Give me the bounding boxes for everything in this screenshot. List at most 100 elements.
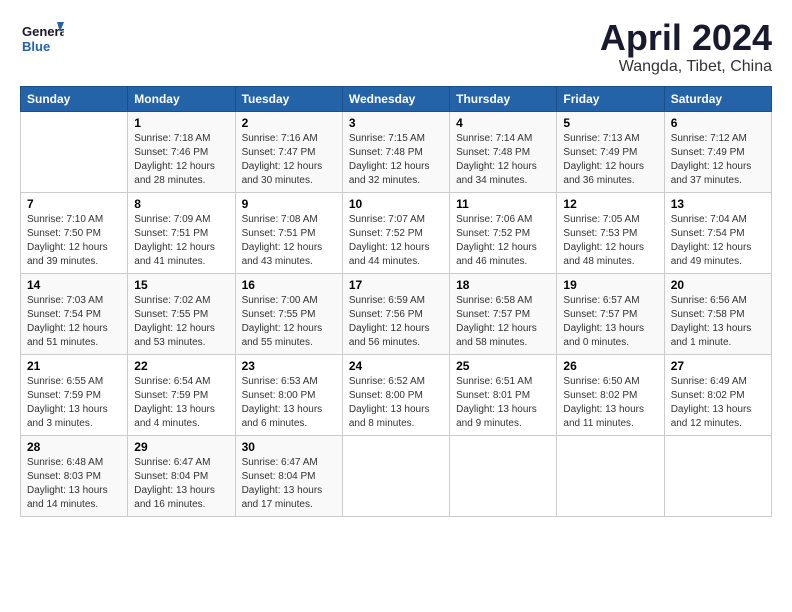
day-number: 30: [242, 440, 336, 454]
day-number: 15: [134, 278, 228, 292]
day-cell: 11 Sunrise: 7:06 AMSunset: 7:52 PMDayligh…: [450, 192, 557, 273]
day-detail: Sunrise: 7:13 AMSunset: 7:49 PMDaylight:…: [563, 133, 644, 186]
day-detail: Sunrise: 6:56 AMSunset: 7:58 PMDaylight:…: [671, 295, 752, 348]
day-number: 1: [134, 116, 228, 130]
day-number: 3: [349, 116, 443, 130]
day-detail: Sunrise: 7:16 AMSunset: 7:47 PMDaylight:…: [242, 133, 323, 186]
day-cell: 24 Sunrise: 6:52 AMSunset: 8:00 PMDayligh…: [342, 354, 449, 435]
logo-svg: General Blue: [20, 18, 64, 62]
col-sunday: Sunday: [21, 86, 128, 111]
day-cell: 19 Sunrise: 6:57 AMSunset: 7:57 PMDayligh…: [557, 273, 664, 354]
day-number: 26: [563, 359, 657, 373]
calendar-table: Sunday Monday Tuesday Wednesday Thursday…: [20, 86, 772, 517]
day-detail: Sunrise: 6:52 AMSunset: 8:00 PMDaylight:…: [349, 376, 430, 429]
day-number: 27: [671, 359, 765, 373]
day-number: 25: [456, 359, 550, 373]
day-cell: 22 Sunrise: 6:54 AMSunset: 7:59 PMDayligh…: [128, 354, 235, 435]
calendar-body: 1 Sunrise: 7:18 AMSunset: 7:46 PMDaylight…: [21, 111, 772, 516]
day-number: 6: [671, 116, 765, 130]
day-cell: [450, 435, 557, 516]
day-cell: 15 Sunrise: 7:02 AMSunset: 7:55 PMDayligh…: [128, 273, 235, 354]
day-detail: Sunrise: 7:18 AMSunset: 7:46 PMDaylight:…: [134, 133, 215, 186]
main-title: April 2024: [600, 18, 772, 58]
day-cell: 13 Sunrise: 7:04 AMSunset: 7:54 PMDayligh…: [664, 192, 771, 273]
day-number: 14: [27, 278, 121, 292]
day-cell: 12 Sunrise: 7:05 AMSunset: 7:53 PMDayligh…: [557, 192, 664, 273]
day-detail: Sunrise: 7:09 AMSunset: 7:51 PMDaylight:…: [134, 214, 215, 267]
day-cell: 7 Sunrise: 7:10 AMSunset: 7:50 PMDaylight…: [21, 192, 128, 273]
day-cell: 29Sunrise: 6:47 AMSunset: 8:04 PMDayligh…: [128, 435, 235, 516]
logo: General Blue: [20, 18, 64, 62]
day-detail: Sunrise: 7:08 AMSunset: 7:51 PMDaylight:…: [242, 214, 323, 267]
title-block: April 2024 Wangda, Tibet, China: [600, 18, 772, 76]
day-number: 5: [563, 116, 657, 130]
day-cell: 20 Sunrise: 6:56 AMSunset: 7:58 PMDayligh…: [664, 273, 771, 354]
day-cell: 30Sunrise: 6:47 AMSunset: 8:04 PMDayligh…: [235, 435, 342, 516]
day-cell: [664, 435, 771, 516]
day-detail: Sunrise: 6:59 AMSunset: 7:56 PMDaylight:…: [349, 295, 430, 348]
day-detail: Sunrise: 6:55 AMSunset: 7:59 PMDaylight:…: [27, 376, 108, 429]
day-detail: Sunrise: 6:54 AMSunset: 7:59 PMDaylight:…: [134, 376, 215, 429]
day-cell: 27 Sunrise: 6:49 AMSunset: 8:02 PMDayligh…: [664, 354, 771, 435]
col-thursday: Thursday: [450, 86, 557, 111]
day-number: 13: [671, 197, 765, 211]
day-number: 28: [27, 440, 121, 454]
week-row-3: 21 Sunrise: 6:55 AMSunset: 7:59 PMDayligh…: [21, 354, 772, 435]
day-cell: 26 Sunrise: 6:50 AMSunset: 8:02 PMDayligh…: [557, 354, 664, 435]
day-detail: Sunrise: 6:50 AMSunset: 8:02 PMDaylight:…: [563, 376, 644, 429]
calendar-header: Sunday Monday Tuesday Wednesday Thursday…: [21, 86, 772, 111]
day-cell: 18Sunrise: 6:58 AMSunset: 7:57 PMDayligh…: [450, 273, 557, 354]
day-detail: Sunrise: 6:57 AMSunset: 7:57 PMDaylight:…: [563, 295, 644, 348]
day-detail: Sunrise: 6:53 AMSunset: 8:00 PMDaylight:…: [242, 376, 323, 429]
week-row-2: 14 Sunrise: 7:03 AMSunset: 7:54 PMDayligh…: [21, 273, 772, 354]
svg-text:Blue: Blue: [22, 39, 50, 54]
day-cell: 9 Sunrise: 7:08 AMSunset: 7:51 PMDaylight…: [235, 192, 342, 273]
day-detail: Sunrise: 7:04 AMSunset: 7:54 PMDaylight:…: [671, 214, 752, 267]
day-number: 7: [27, 197, 121, 211]
day-detail: Sunrise: 7:05 AMSunset: 7:53 PMDaylight:…: [563, 214, 644, 267]
col-tuesday: Tuesday: [235, 86, 342, 111]
day-number: 11: [456, 197, 550, 211]
day-number: 19: [563, 278, 657, 292]
day-detail: Sunrise: 7:06 AMSunset: 7:52 PMDaylight:…: [456, 214, 537, 267]
day-number: 22: [134, 359, 228, 373]
subtitle: Wangda, Tibet, China: [600, 58, 772, 76]
day-cell: [342, 435, 449, 516]
day-detail: Sunrise: 7:15 AMSunset: 7:48 PMDaylight:…: [349, 133, 430, 186]
day-number: 17: [349, 278, 443, 292]
day-detail: Sunrise: 6:58 AMSunset: 7:57 PMDaylight:…: [456, 295, 537, 348]
header-row: Sunday Monday Tuesday Wednesday Thursday…: [21, 86, 772, 111]
day-number: 2: [242, 116, 336, 130]
day-cell: 1 Sunrise: 7:18 AMSunset: 7:46 PMDaylight…: [128, 111, 235, 192]
day-detail: Sunrise: 7:10 AMSunset: 7:50 PMDaylight:…: [27, 214, 108, 267]
day-detail: Sunrise: 7:03 AMSunset: 7:54 PMDaylight:…: [27, 295, 108, 348]
day-detail: Sunrise: 6:47 AMSunset: 8:04 PMDaylight:…: [134, 457, 215, 510]
day-number: 9: [242, 197, 336, 211]
day-detail: Sunrise: 6:49 AMSunset: 8:02 PMDaylight:…: [671, 376, 752, 429]
day-detail: Sunrise: 7:07 AMSunset: 7:52 PMDaylight:…: [349, 214, 430, 267]
day-number: 21: [27, 359, 121, 373]
calendar-page: General Blue April 2024 Wangda, Tibet, C…: [0, 0, 792, 527]
day-cell: 17 Sunrise: 6:59 AMSunset: 7:56 PMDayligh…: [342, 273, 449, 354]
day-number: 20: [671, 278, 765, 292]
day-cell: 10 Sunrise: 7:07 AMSunset: 7:52 PMDayligh…: [342, 192, 449, 273]
day-detail: Sunrise: 6:51 AMSunset: 8:01 PMDaylight:…: [456, 376, 537, 429]
week-row-1: 7 Sunrise: 7:10 AMSunset: 7:50 PMDaylight…: [21, 192, 772, 273]
day-cell: 8 Sunrise: 7:09 AMSunset: 7:51 PMDaylight…: [128, 192, 235, 273]
col-friday: Friday: [557, 86, 664, 111]
svg-text:General: General: [22, 24, 64, 39]
day-number: 24: [349, 359, 443, 373]
day-cell: 3 Sunrise: 7:15 AMSunset: 7:48 PMDaylight…: [342, 111, 449, 192]
day-number: 10: [349, 197, 443, 211]
day-cell: 23 Sunrise: 6:53 AMSunset: 8:00 PMDayligh…: [235, 354, 342, 435]
day-detail: Sunrise: 7:00 AMSunset: 7:55 PMDaylight:…: [242, 295, 323, 348]
day-number: 12: [563, 197, 657, 211]
col-saturday: Saturday: [664, 86, 771, 111]
col-wednesday: Wednesday: [342, 86, 449, 111]
day-number: 8: [134, 197, 228, 211]
day-detail: Sunrise: 6:48 AMSunset: 8:03 PMDaylight:…: [27, 457, 108, 510]
week-row-0: 1 Sunrise: 7:18 AMSunset: 7:46 PMDaylight…: [21, 111, 772, 192]
day-number: 23: [242, 359, 336, 373]
col-monday: Monday: [128, 86, 235, 111]
day-detail: Sunrise: 7:02 AMSunset: 7:55 PMDaylight:…: [134, 295, 215, 348]
